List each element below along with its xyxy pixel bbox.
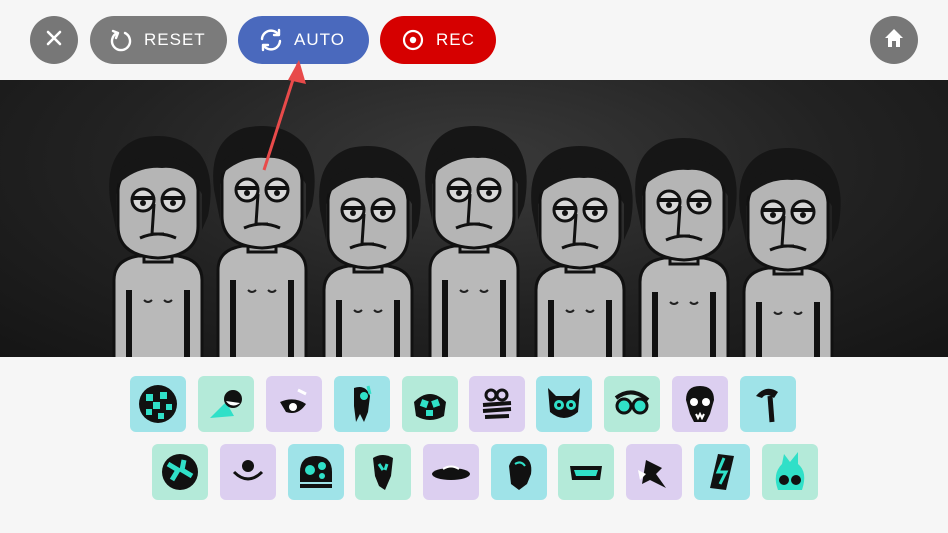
hooded-head-icon	[509, 455, 532, 490]
cracked-ball-icon	[162, 454, 198, 490]
sound-icon-20[interactable]	[762, 444, 818, 500]
character-4[interactable]	[423, 124, 529, 357]
sound-icon-14[interactable]	[355, 444, 411, 500]
auto-button[interactable]: AUTO	[238, 16, 369, 64]
checkered-ball-icon	[139, 385, 177, 423]
sound-icon-13[interactable]	[288, 444, 344, 500]
sound-icon-1[interactable]	[130, 376, 186, 432]
alien-head-icon	[373, 455, 393, 490]
robot-mask-icon	[414, 394, 446, 420]
sound-icon-6[interactable]	[469, 376, 525, 432]
sound-icon-tray	[0, 357, 948, 533]
sound-icon-10[interactable]	[740, 376, 796, 432]
sound-icon-11[interactable]	[152, 444, 208, 500]
character-7[interactable]	[737, 146, 843, 357]
eye-icon	[280, 388, 307, 413]
sound-icon-15[interactable]	[423, 444, 479, 500]
close-button[interactable]	[30, 16, 78, 64]
home-button[interactable]	[870, 16, 918, 64]
sound-icon-4[interactable]	[334, 376, 390, 432]
sound-icon-17[interactable]	[558, 444, 614, 500]
triangle-orb-icon	[210, 390, 242, 418]
character-6[interactable]	[633, 136, 739, 357]
sound-icon-5[interactable]	[402, 376, 458, 432]
reset-label: RESET	[144, 30, 206, 49]
sound-icon-9[interactable]	[672, 376, 728, 432]
record-icon	[400, 27, 426, 53]
reset-icon	[108, 27, 134, 53]
dripping-head-icon	[354, 385, 372, 422]
reset-button[interactable]: RESET	[90, 16, 227, 64]
character-1[interactable]	[107, 134, 213, 357]
sound-icon-18[interactable]	[626, 444, 682, 500]
lightning-shard-icon	[710, 454, 734, 490]
character-stage	[0, 80, 948, 357]
sound-icon-12[interactable]	[220, 444, 276, 500]
glasses-icon	[614, 390, 650, 415]
sound-icon-3[interactable]	[266, 376, 322, 432]
characters-layer	[107, 124, 843, 357]
skull-icon	[686, 386, 714, 422]
hat-icon	[432, 465, 470, 480]
rec-button[interactable]: REC	[380, 16, 496, 64]
home-icon	[883, 27, 905, 54]
character-2[interactable]	[211, 124, 317, 357]
sound-icon-19[interactable]	[694, 444, 750, 500]
refresh-icon	[258, 27, 284, 53]
character-5[interactable]	[529, 144, 635, 357]
sound-icon-8[interactable]	[604, 376, 660, 432]
speaker-box-icon	[300, 456, 332, 488]
close-icon	[44, 28, 64, 53]
sound-icon-7[interactable]	[536, 376, 592, 432]
rec-label: REC	[436, 30, 475, 49]
character-3[interactable]	[317, 144, 423, 357]
star-shard-icon	[638, 460, 666, 488]
sound-icon-16[interactable]	[491, 444, 547, 500]
top-toolbar: RESET AUTO REC	[0, 0, 948, 80]
headband-icon	[570, 466, 602, 480]
bubble-smile-icon	[232, 460, 264, 481]
sound-icon-2[interactable]	[198, 376, 254, 432]
flame-head-icon	[775, 452, 805, 490]
hook-icon	[756, 388, 778, 423]
horned-head-icon	[548, 388, 580, 418]
auto-label: AUTO	[294, 30, 345, 49]
coil-icon	[482, 388, 512, 419]
